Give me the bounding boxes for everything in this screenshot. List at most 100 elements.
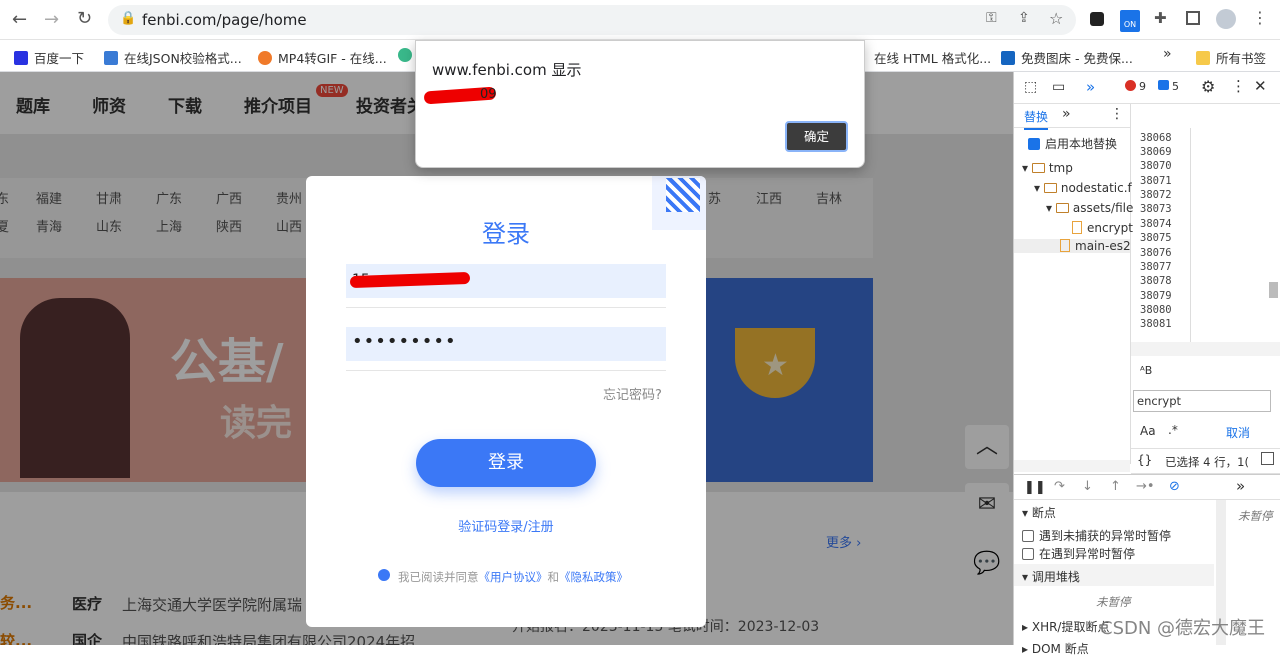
pause-icon[interactable]: ❚❚ bbox=[1024, 480, 1046, 495]
bookmark-image-host[interactable]: 免费图床 - 免费保... bbox=[1001, 48, 1133, 67]
line-number: 38077 bbox=[1140, 261, 1172, 273]
line-number: 38078 bbox=[1140, 275, 1172, 287]
device-icon[interactable]: ▭ bbox=[1052, 79, 1065, 95]
checkbox-icon bbox=[1022, 530, 1034, 542]
tree-item-encrypt[interactable]: encrypt bbox=[1072, 221, 1133, 235]
alert-ok-button[interactable]: 确定 bbox=[785, 121, 848, 152]
url-text[interactable]: fenbi.com/page/home bbox=[142, 11, 307, 29]
line-number: 38079 bbox=[1140, 290, 1172, 302]
close-icon[interactable]: ✕ bbox=[1254, 77, 1267, 95]
deactivate-breakpoints-icon[interactable]: ⊘ bbox=[1169, 479, 1180, 494]
horizontal-scrollbar[interactable] bbox=[1131, 342, 1280, 356]
call-stack-header[interactable]: ▾ 调用堆栈 bbox=[1014, 564, 1214, 586]
password-input[interactable]: ••••••••• bbox=[346, 327, 666, 361]
regex-toggle[interactable]: .* bbox=[1168, 423, 1178, 437]
tree-item-nodestatic[interactable]: ▾ nodestatic.f bbox=[1034, 181, 1132, 195]
line-number: 38074 bbox=[1140, 218, 1172, 230]
alert-message: 09 bbox=[480, 87, 497, 102]
on-extension-icon[interactable]: ON bbox=[1120, 10, 1140, 32]
login-title: 登录 bbox=[482, 220, 530, 248]
line-number: 38075 bbox=[1140, 232, 1172, 244]
tree-scrollbar[interactable] bbox=[1014, 460, 1130, 472]
tree-item-main[interactable]: main-es2 bbox=[1014, 239, 1131, 253]
gear-icon bbox=[398, 48, 412, 62]
extension-icon[interactable] bbox=[1090, 12, 1104, 26]
bookmark-json[interactable]: 在线JSON校验格式... bbox=[104, 48, 242, 67]
settings-icon[interactable]: ⚙ bbox=[1201, 77, 1215, 96]
back-icon[interactable]: ← bbox=[12, 9, 27, 30]
inspect-icon[interactable]: ⬚ bbox=[1024, 79, 1037, 95]
folder-icon bbox=[1055, 203, 1069, 213]
code-scrollbar[interactable] bbox=[1269, 282, 1278, 298]
line-number: 38081 bbox=[1140, 318, 1172, 330]
line-number: 38076 bbox=[1140, 247, 1172, 259]
more-panels-icon[interactable]: » bbox=[1236, 477, 1245, 495]
case-toggle[interactable]: Aa bbox=[1140, 424, 1156, 438]
puzzle-icon[interactable]: ✚ bbox=[1154, 9, 1167, 27]
selection-status: 已选择 4 行，1( bbox=[1165, 455, 1249, 469]
step-icon[interactable]: →• bbox=[1136, 479, 1155, 494]
agreement-row: 我已阅读并同意《用户协议》和《隐私政策》 bbox=[378, 569, 628, 585]
qr-pattern bbox=[666, 178, 700, 212]
match-case-icon[interactable]: ᴬB bbox=[1140, 364, 1152, 377]
divider bbox=[346, 307, 666, 308]
forward-icon[interactable]: → bbox=[44, 9, 59, 30]
cancel-button[interactable]: 取消 bbox=[1226, 424, 1250, 441]
warn-count: 5 bbox=[1172, 80, 1179, 93]
all-bookmarks[interactable]: 所有书签 bbox=[1196, 48, 1266, 67]
line-number: 38070 bbox=[1140, 160, 1172, 172]
dom-breakpoints-header[interactable]: ▸ DOM 断点 bbox=[1022, 640, 1089, 657]
step-over-icon[interactable]: ↷ bbox=[1054, 479, 1065, 494]
devtools-menu-icon[interactable]: ⋮ bbox=[1231, 77, 1246, 95]
error-icon[interactable] bbox=[1125, 80, 1136, 91]
user-agreement-link[interactable]: 《用户协议》 bbox=[479, 570, 548, 584]
devtools-panel: ⬚ ▭ » 9 5 ⚙ ⋮ ✕ 替换 » ⋮ 启用本地替换 ▾ tmp ▾ no… bbox=[1013, 72, 1280, 656]
subtabs-menu-icon[interactable]: ⋮ bbox=[1110, 106, 1124, 122]
status-bar: {} 已选择 4 行，1( bbox=[1131, 448, 1280, 474]
forgot-password-link[interactable]: 忘记密码? bbox=[603, 384, 662, 403]
sms-login-link[interactable]: 验证码登录/注册 bbox=[306, 516, 706, 535]
privacy-policy-link[interactable]: 《隐私政策》 bbox=[559, 570, 628, 584]
step-out-icon[interactable]: ↑ bbox=[1110, 479, 1121, 494]
bookmarks-overflow[interactable]: » bbox=[1163, 46, 1172, 62]
mp4gif-icon bbox=[258, 51, 272, 65]
tree-item-assets[interactable]: ▾ assets/file bbox=[1046, 201, 1133, 215]
call-stack-status: 未暂停 bbox=[1096, 595, 1131, 609]
bookmark-mp4gif[interactable]: MP4转GIF - 在线... bbox=[258, 48, 387, 67]
star-icon[interactable]: ☆ bbox=[1049, 9, 1063, 28]
breakpoints-header[interactable]: ▾ 断点 bbox=[1022, 504, 1056, 521]
share-icon[interactable]: ⇪ bbox=[1018, 10, 1030, 26]
pause-uncaught-checkbox[interactable]: 遇到未捕获的异常时暂停 bbox=[1022, 527, 1171, 544]
agree-checkbox[interactable] bbox=[378, 569, 390, 581]
xhr-breakpoints-header[interactable]: ▸ XHR/提取断点 bbox=[1022, 618, 1109, 635]
login-button[interactable]: 登录 bbox=[416, 439, 596, 487]
side-panel-icon[interactable] bbox=[1186, 11, 1200, 25]
key-icon[interactable]: ⚿ bbox=[986, 10, 997, 26]
folder-icon bbox=[1043, 183, 1057, 193]
drawer-icon[interactable] bbox=[1261, 452, 1274, 465]
enable-overrides-checkbox[interactable]: 启用本地替换 bbox=[1028, 135, 1117, 152]
avatar[interactable] bbox=[1216, 9, 1236, 29]
more-subtabs-icon[interactable]: » bbox=[1062, 106, 1071, 122]
message-icon[interactable] bbox=[1158, 80, 1169, 90]
site-info-icon[interactable]: 🔒 bbox=[120, 11, 136, 26]
tree-item-tmp[interactable]: ▾ tmp bbox=[1022, 161, 1073, 175]
file-icon bbox=[1060, 239, 1070, 252]
alert-title: www.fenbi.com 显示 bbox=[432, 61, 582, 79]
checkbox-icon bbox=[1022, 548, 1034, 560]
watermark: CSDN @德宏大魔王 bbox=[1100, 618, 1266, 639]
tab-overrides[interactable]: 替换 bbox=[1024, 108, 1049, 130]
line-number: 38068 bbox=[1140, 132, 1172, 144]
more-tabs-icon[interactable]: » bbox=[1086, 78, 1095, 96]
pause-caught-checkbox[interactable]: 在遇到异常时暂停 bbox=[1022, 545, 1135, 562]
pretty-print-icon[interactable]: {} bbox=[1137, 453, 1152, 467]
bookmark-baidu[interactable]: 百度一下 bbox=[14, 48, 84, 67]
reload-icon[interactable]: ↻ bbox=[77, 8, 92, 29]
baidu-icon bbox=[14, 51, 28, 65]
menu-icon[interactable]: ⋮ bbox=[1252, 8, 1268, 27]
sources-subtabs: 替换 » ⋮ bbox=[1014, 104, 1130, 130]
login-modal: 登录 15 ••••••••• 忘记密码? 登录 验证码登录/注册 我已阅读并同… bbox=[306, 176, 706, 627]
bookmark-html-format[interactable]: 在线 HTML 格式化... bbox=[874, 48, 991, 67]
search-input[interactable]: encrypt bbox=[1133, 390, 1271, 412]
step-into-icon[interactable]: ↓ bbox=[1082, 479, 1093, 494]
